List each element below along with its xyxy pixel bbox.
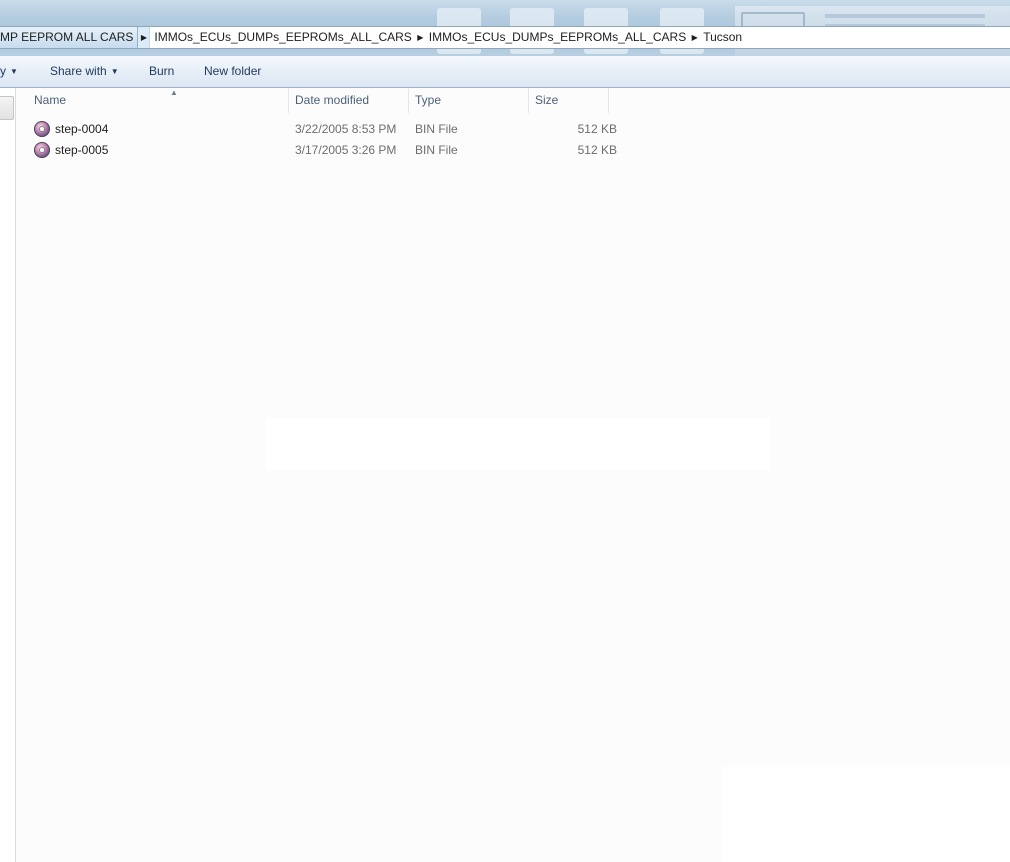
breadcrumb-item[interactable]: IMMOs_ECUs_DUMPs_EEPROMs_ALL_CARS	[425, 27, 690, 48]
blank-overlay	[722, 767, 1010, 862]
bin-file-icon	[34, 121, 50, 137]
column-header-label: Type	[415, 93, 442, 107]
sort-ascending-icon: ▲	[170, 88, 178, 97]
organize-button[interactable]: y ▼	[0, 56, 18, 87]
command-bar: y ▼ Share with ▼ Burn New folder	[0, 56, 1010, 88]
column-header-type[interactable]: Type	[409, 88, 529, 113]
title-bar: MP EEPROM ALL CARS ▶ IMMOs_ECUs_DUMPs_EE…	[0, 0, 1010, 56]
file-date-modified: 3/17/2005 3:26 PM	[295, 143, 397, 157]
file-list[interactable]: ▲ Name Date modified Type Size step-0004…	[16, 88, 1010, 862]
file-size: 512 KB	[577, 122, 617, 136]
dropdown-arrow-icon: ▼	[10, 67, 18, 76]
share-with-button[interactable]: Share with ▼	[50, 56, 119, 87]
file-row[interactable]: step-0004 3/22/2005 8:53 PM BIN File 512…	[32, 119, 617, 140]
new-folder-label: New folder	[204, 64, 262, 78]
breadcrumb-arrow-icon[interactable]: ▶	[416, 27, 425, 48]
file-name: step-0005	[55, 143, 109, 157]
breadcrumb-arrow-icon[interactable]: ▶	[138, 27, 151, 48]
nav-pane-scrollbar[interactable]	[0, 96, 14, 120]
explorer-window: MP EEPROM ALL CARS ▶ IMMOs_ECUs_DUMPs_EE…	[0, 0, 1010, 862]
breadcrumb-item[interactable]: Tucson	[699, 27, 746, 48]
column-header-label: Date modified	[295, 93, 370, 107]
column-header-label: Size	[535, 93, 559, 107]
file-size: 512 KB	[577, 143, 617, 157]
dropdown-arrow-icon: ▼	[110, 67, 119, 76]
address-bar[interactable]: MP EEPROM ALL CARS ▶ IMMOs_ECUs_DUMPs_EE…	[0, 26, 1010, 49]
file-name: step-0004	[55, 122, 109, 136]
navigation-pane[interactable]	[0, 88, 16, 862]
bin-file-icon	[34, 142, 50, 158]
file-row[interactable]: step-0005 3/17/2005 3:26 PM BIN File 512…	[32, 140, 617, 161]
burn-label: Burn	[149, 64, 175, 78]
new-folder-button[interactable]: New folder	[204, 56, 261, 87]
blank-overlay	[266, 418, 770, 470]
file-type: BIN File	[415, 143, 458, 157]
column-header-size[interactable]: Size	[529, 88, 609, 113]
share-with-label: Share with	[50, 64, 107, 78]
column-header-name[interactable]: ▲ Name	[32, 88, 289, 113]
column-header-label: Name	[34, 93, 67, 107]
file-type: BIN File	[415, 122, 458, 136]
breadcrumb-item[interactable]: MP EEPROM ALL CARS	[0, 27, 139, 48]
column-header-date-modified[interactable]: Date modified	[289, 88, 409, 113]
breadcrumb-arrow-icon[interactable]: ▶	[690, 27, 699, 48]
organize-label: y	[0, 64, 6, 78]
breadcrumb-item[interactable]: IMMOs_ECUs_DUMPs_EEPROMs_ALL_CARS	[150, 27, 415, 48]
file-date-modified: 3/22/2005 8:53 PM	[295, 122, 397, 136]
